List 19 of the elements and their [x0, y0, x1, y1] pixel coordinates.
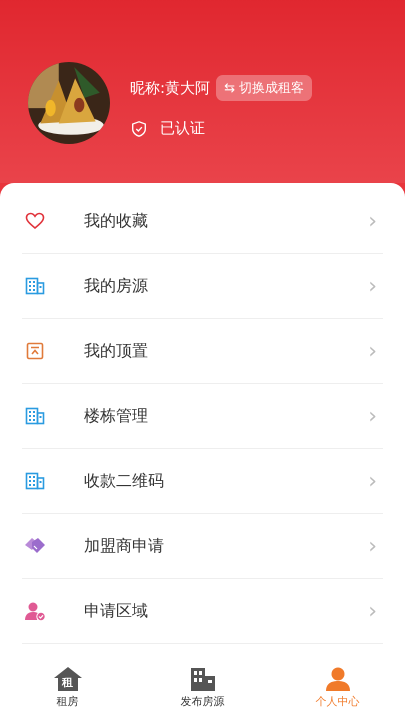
menu-item[interactable]: 我的收藏 › [22, 189, 383, 254]
building-icon [25, 407, 45, 425]
verified-status: 已认证 [160, 119, 205, 138]
building-icon [25, 277, 45, 295]
menu-item[interactable]: 加盟商申请 › [22, 514, 383, 579]
menu-item[interactable]: 申请区域 › [22, 579, 383, 644]
menu-item[interactable]: 我的房源 › [22, 254, 383, 319]
house-icon: 租 [52, 666, 82, 692]
menu-item[interactable]: 收款二维码 › [22, 449, 383, 514]
building-icon [25, 472, 45, 490]
tab[interactable]: 发布房源 [148, 666, 258, 708]
tab[interactable]: 租 租房 [12, 666, 122, 708]
user-check-icon [24, 601, 46, 621]
pin-top-icon [26, 342, 44, 360]
heart-icon [25, 212, 45, 230]
menu-item[interactable]: 楼栋管理 › [22, 384, 383, 449]
nickname: 昵称:黄大阿 [130, 78, 210, 98]
handshake-icon [24, 537, 46, 555]
menu-item[interactable]: 我的顶置 › [22, 319, 383, 384]
